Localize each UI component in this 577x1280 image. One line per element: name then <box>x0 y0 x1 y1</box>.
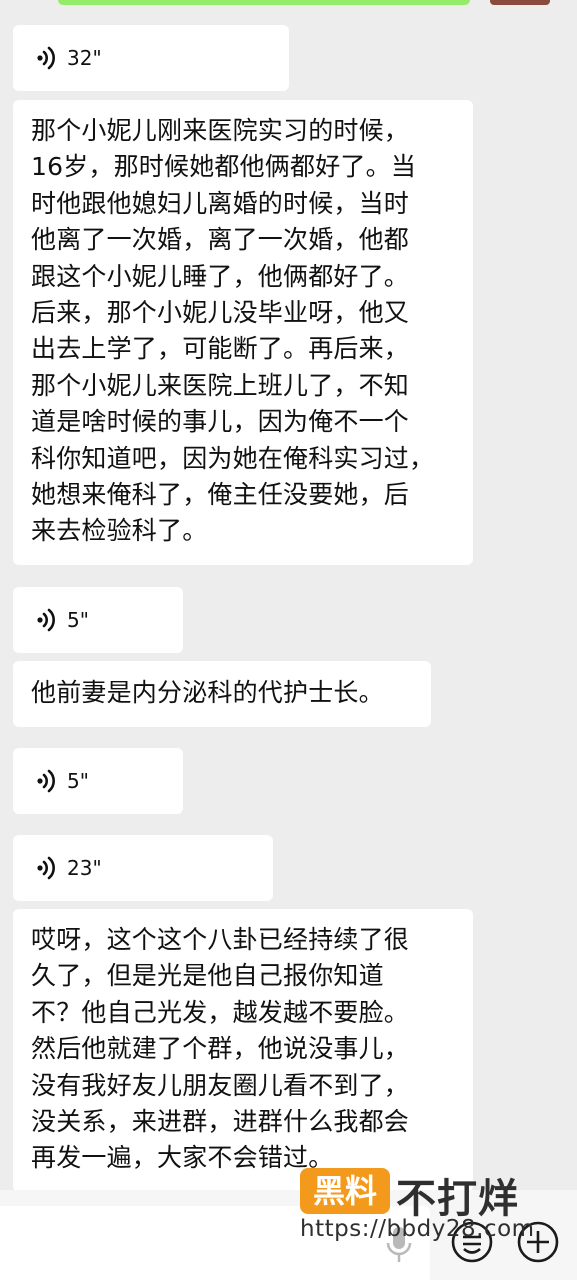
message-line: 那个小妮儿来医院上班儿了，不知 <box>31 370 410 400</box>
voice-message[interactable]: 5" <box>13 748 183 814</box>
avatar[interactable] <box>490 0 550 5</box>
text-message[interactable]: 哎呀，这个这个八卦已经持续了很 久了，但是光是他自己报你知道 不？他自己光发，越… <box>13 909 473 1192</box>
voice-wave-icon <box>37 769 55 793</box>
message-line: 科你知道吧，因为她在俺科实习过， <box>31 443 435 473</box>
message-line: 久了，但是光是他自己报你知道 <box>31 961 384 991</box>
voice-duration: 5" <box>67 608 89 632</box>
message-line: 跟这个小妮儿睡了，他俩都好了。 <box>31 261 410 291</box>
message-line: 没关系，来进群，进群什么我都会 <box>31 1107 410 1137</box>
voice-wave-icon <box>37 856 55 880</box>
voice-wave-icon <box>37 608 55 632</box>
voice-duration: 5" <box>67 769 89 793</box>
watermark: 黑料 不打烊 https://bbdy28.com <box>300 1168 540 1248</box>
voice-wave-icon <box>37 46 55 70</box>
message-line: 没有我好友儿朋友圈儿看不到了， <box>31 1070 410 1100</box>
message-line: 哎呀，这个这个八卦已经持续了很 <box>31 925 410 954</box>
message-line: 然后他就建了个群，他说没事儿， <box>31 1034 410 1064</box>
message-line: 那个小妮儿刚来医院实习的时候， <box>31 116 410 145</box>
message-line: 时他跟他媳妇儿离婚的时候，当时 <box>31 188 410 218</box>
voice-message[interactable]: 32" <box>13 25 289 91</box>
message-line: 不？他自己光发，越发越不要脸。 <box>31 997 410 1027</box>
voice-duration: 32" <box>67 46 102 70</box>
watermark-url: https://bbdy28.com <box>300 1216 535 1242</box>
voice-message[interactable]: 5" <box>13 587 183 653</box>
message-line: 他前妻是内分泌科的代护士长。 <box>31 678 384 707</box>
message-line: 出去上学了，可能断了。再后来， <box>31 334 410 364</box>
watermark-badge: 黑料 <box>300 1168 390 1214</box>
message-line: 16岁，那时候她都他俩都好了。当 <box>31 152 417 182</box>
text-message[interactable]: 那个小妮儿刚来医院实习的时候， 16岁，那时候她都他俩都好了。当 时他跟他媳妇儿… <box>13 100 473 565</box>
voice-message[interactable]: 23" <box>13 835 273 901</box>
sent-bubble-edge <box>58 0 470 5</box>
message-line: 她想来俺科了，俺主任没要她，后 <box>31 480 410 510</box>
message-line: 他离了一次婚，离了一次婚，他都 <box>31 225 410 255</box>
voice-duration: 23" <box>67 856 102 880</box>
message-line: 来去检验科了。 <box>31 516 208 546</box>
text-message[interactable]: 他前妻是内分泌科的代护士长。 <box>13 661 431 727</box>
message-line: 后来，那个小妮儿没毕业呀，他又 <box>31 298 410 328</box>
message-line: 道是啥时候的事儿，因为俺不一个 <box>31 407 410 437</box>
